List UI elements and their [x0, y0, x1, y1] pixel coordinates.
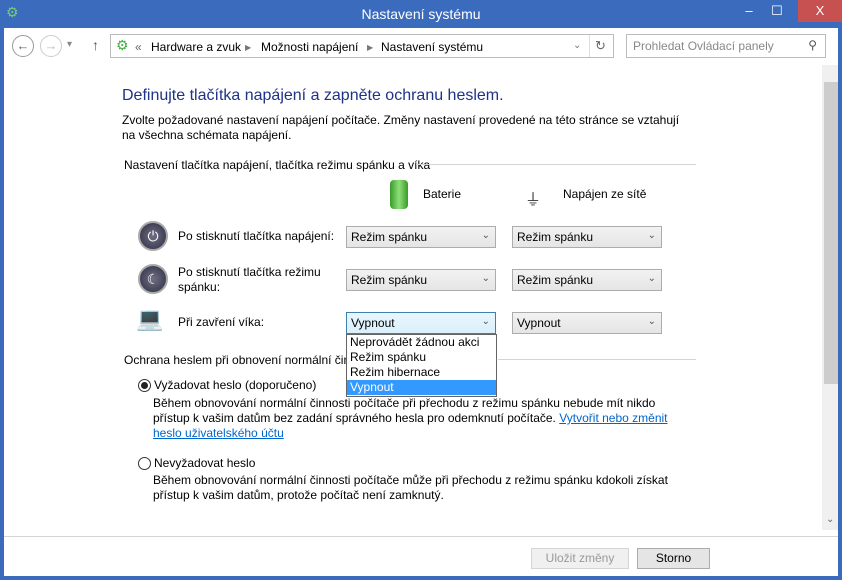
column-ac: Napájen ze sítě: [563, 187, 647, 201]
laptop-lid-icon: 💻: [136, 306, 164, 331]
intro-text: Zvolte požadované nastavení napájení poč…: [122, 113, 680, 142]
column-battery: Baterie: [423, 187, 462, 201]
up-button[interactable]: ↑: [92, 37, 99, 53]
refresh-icon[interactable]: ↻: [595, 38, 606, 54]
address-bar[interactable]: ⚙ « Hardware a zvuk ▶ Možnosti napájení …: [110, 34, 614, 58]
control-panel-icon: ⚙: [116, 37, 129, 53]
breadcrumb-hardware[interactable]: Hardware a zvuk: [151, 40, 241, 54]
sleep-button-battery-select[interactable]: Režim spánku ⌄: [346, 269, 496, 291]
plug-icon: ⏚: [525, 192, 542, 209]
window-title: Nastavení systému: [361, 6, 481, 22]
minimize-button[interactable]: –: [736, 0, 762, 22]
section-password: Ochrana heslem při obnovení normální čin…: [124, 353, 376, 367]
save-button[interactable]: Uložit změny: [531, 548, 629, 569]
option-sleep[interactable]: Režim spánku: [347, 350, 496, 365]
forward-button[interactable]: →: [40, 35, 62, 57]
cancel-button[interactable]: Storno: [637, 548, 710, 569]
option-do-nothing[interactable]: Neprovádět žádnou akci: [347, 335, 496, 350]
maximize-button[interactable]: ☐: [764, 0, 790, 22]
recent-locations-button[interactable]: ▾: [67, 39, 72, 50]
sleep-button-icon: ☾: [138, 264, 168, 294]
option-shutdown[interactable]: Vypnout: [347, 380, 496, 395]
breadcrumb-power-options[interactable]: Možnosti napájení: [261, 40, 358, 54]
option-hibernate[interactable]: Režim hibernace: [347, 365, 496, 380]
sleep-button-ac-select[interactable]: Režim spánku ⌄: [512, 269, 662, 291]
no-password-label[interactable]: Nevyžadovat heslo: [154, 456, 255, 470]
row-label: Po stisknutí tlačítka napájení:: [178, 229, 335, 243]
scroll-down-icon[interactable]: ⌄: [826, 514, 834, 525]
row-label: Po stisknutí tlačítka režimu spánku:: [178, 265, 321, 294]
require-password-label[interactable]: Vyžadovat heslo (doporučeno): [154, 378, 316, 392]
section-power-buttons: Nastavení tlačítka napájení, tlačítka re…: [124, 158, 431, 172]
back-button[interactable]: ←: [12, 35, 34, 57]
page-title: Definujte tlačítka napájení a zapněte oc…: [122, 87, 504, 104]
power-button-battery-select[interactable]: Režim spánku ⌄: [346, 226, 496, 248]
search-icon[interactable]: ⚲: [808, 38, 817, 52]
lid-close-ac-select[interactable]: Vypnout ⌄: [512, 312, 662, 334]
row-label: Při zavření víka:: [178, 315, 265, 329]
battery-icon: [390, 180, 408, 209]
address-dropdown-icon[interactable]: ⌄: [573, 40, 581, 51]
search-input[interactable]: Prohledat Ovládací panely ⚲: [626, 34, 826, 58]
breadcrumb-system-settings[interactable]: Nastavení systému: [381, 40, 483, 54]
require-password-radio[interactable]: [138, 379, 151, 392]
lid-close-battery-select[interactable]: Vypnout ⌄: [346, 312, 496, 334]
require-password-desc: Během obnovování normální činnosti počít…: [153, 396, 668, 440]
scrollbar-thumb[interactable]: [824, 82, 838, 384]
overflow-chevron[interactable]: «: [135, 40, 142, 54]
no-password-desc: Během obnovování normální činnosti počít…: [153, 473, 668, 502]
lid-close-dropdown-list[interactable]: Neprovádět žádnou akci Režim spánku Reži…: [346, 334, 497, 397]
footer: [4, 537, 838, 576]
power-button-icon: ⏻: [138, 221, 168, 251]
no-password-radio[interactable]: [138, 457, 151, 470]
power-button-ac-select[interactable]: Režim spánku ⌄: [512, 226, 662, 248]
close-button[interactable]: X: [798, 0, 842, 22]
